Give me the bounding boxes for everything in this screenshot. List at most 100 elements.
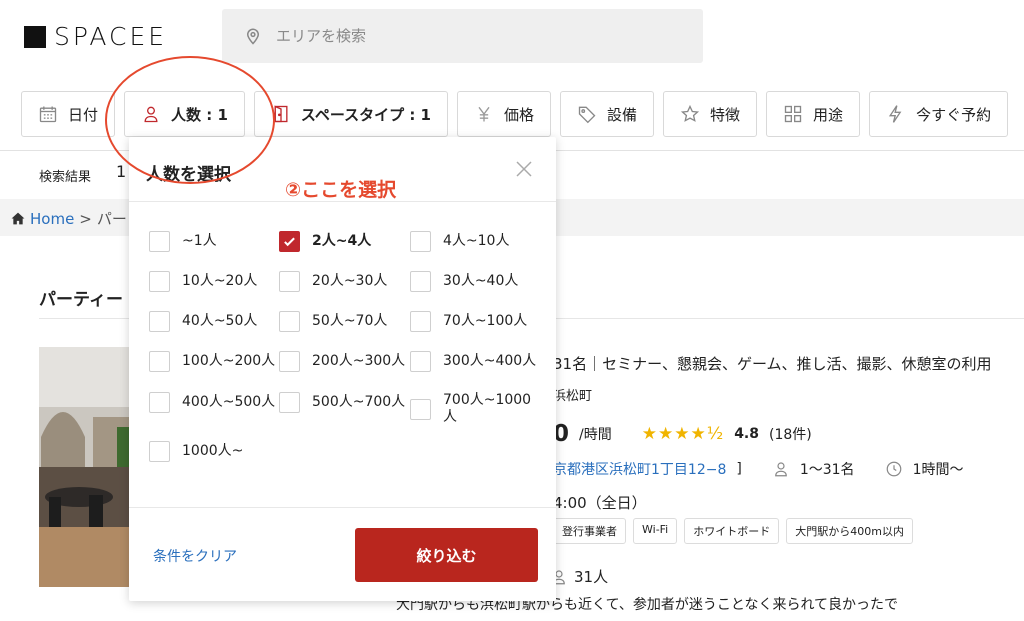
filter-space-type[interactable]: スペースタイプ : 1 [253,91,448,137]
people-option-label: 500人~700人 [312,394,406,410]
price-row: 0 /時間 ★★★★½ 4.8 (18件) [553,421,812,447]
checkbox[interactable] [410,311,431,332]
min-booking-time: 1時間〜 [912,462,964,478]
people-option[interactable]: 200人~300人 [279,351,405,372]
people-option[interactable]: 10人~20人 [149,271,257,292]
listing-photo[interactable] [39,347,129,587]
apply-filter-button[interactable]: 絞り込む [355,528,538,582]
checkbox[interactable] [149,231,170,252]
dropdown-title: 人数を選択 [146,165,231,185]
area-search-box[interactable] [222,9,703,63]
feature-tag: Wi-Fi [633,518,678,544]
filter-equipment-label: 設備 [607,105,638,124]
tag-icon [578,106,596,124]
people-option-label: 40人~50人 [182,313,258,329]
annotation-text: ②ここを選択 [285,179,397,201]
checkbox-checked[interactable] [279,231,300,252]
address-link[interactable]: 京都港区浜松町1丁目12−8 [553,459,726,479]
checkbox[interactable] [410,231,431,252]
people-option-label: 2人~4人 [312,233,372,249]
checkbox[interactable] [149,441,170,462]
people-option-label: 70人~100人 [443,313,528,329]
people-option[interactable]: 700人~1000人 [410,392,543,426]
clear-conditions-link[interactable]: 条件をクリア [153,546,237,566]
filter-people[interactable]: 人数 : 1 [124,91,245,137]
checkbox[interactable] [279,271,300,292]
filter-people-label: 人数 : 1 [171,105,228,124]
filter-price[interactable]: 価格 [457,91,552,137]
review-count[interactable]: (18件) [769,424,812,444]
people-option[interactable]: 70人~100人 [410,311,527,332]
area-search-input[interactable] [276,27,676,45]
people-option[interactable]: 20人~30人 [279,271,387,292]
lightning-icon [888,105,902,123]
filter-equipment[interactable]: 設備 [560,91,655,137]
rating-value: 4.8 [734,426,759,442]
logo-text: SPACEE [54,22,168,51]
address-row: 京都港区浜松町1丁目12−8 ] 1〜31名 1時間〜 [553,459,963,479]
people-option[interactable]: 100人~200人 [149,351,275,372]
people-option[interactable]: 50人~70人 [279,311,387,332]
clock-icon [886,461,901,477]
logo-mark [24,25,46,48]
yen-icon [478,106,490,122]
people-option[interactable]: 1000人~ [149,441,243,462]
people-option[interactable]: 4人~10人 [410,231,509,252]
filter-price-label: 価格 [504,105,535,124]
checkbox[interactable] [279,351,300,372]
feature-tags: 登行事業者 Wi-Fi ホワイトボード 大門駅から400m以内 [553,518,913,544]
business-hours: 4:00（全日） [553,494,647,512]
filter-purpose-label: 用途 [813,105,844,124]
checkbox[interactable] [149,311,170,332]
people-option[interactable]: 40人~50人 [149,311,257,332]
logo[interactable]: SPACEE [24,22,167,51]
filter-space-type-label: スペースタイプ : 1 [300,105,431,124]
checkbox[interactable] [279,392,300,413]
filter-instant-booking[interactable]: 今すぐ予約 [869,91,1009,137]
people-count-dropdown: 人数を選択 ~1人 2人~4人 4人~10人 10人~20人 20人~30人 30人~40… [129,137,556,601]
people-option-label: 400人~500人 [182,394,276,410]
feature-tag: 登行事業者 [553,518,626,544]
close-icon[interactable] [514,159,534,179]
filter-date-label: 日付 [68,105,99,124]
checkbox[interactable] [410,351,431,372]
checkbox[interactable] [149,271,170,292]
review-capacity: 31人 [550,566,608,587]
filter-bar: 日付 人数 : 1 スペースタイプ : 1 価格 設備 特徴 用途 今すぐ予約 [21,91,1009,137]
people-option-label: 30人~40人 [443,273,519,289]
checkbox[interactable] [410,398,431,420]
people-option[interactable]: 30人~40人 [410,271,518,292]
breadcrumb-separator: > [79,209,92,228]
people-option[interactable]: 2人~4人 [279,231,371,252]
people-option[interactable]: ~1人 [149,231,217,252]
listing-location: 浜松町 [553,389,593,404]
people-option[interactable]: 300人~400人 [410,351,536,372]
people-option-label: 1000人~ [182,443,244,459]
filter-purpose[interactable]: 用途 [766,91,861,137]
filter-features-label: 特徴 [710,105,741,124]
checkbox[interactable] [149,351,170,372]
filter-features[interactable]: 特徴 [663,91,758,137]
feature-tag: ホワイトボード [684,518,780,544]
calendar-icon [39,106,57,123]
person-icon [144,106,158,123]
checkbox[interactable] [410,271,431,292]
star-icon [680,104,700,122]
people-option[interactable]: 500人~700人 [279,392,405,413]
breadcrumb: Home > パー [11,208,127,229]
filter-date[interactable]: 日付 [21,91,116,137]
listing-title[interactable]: 31名｜セミナー、懇親会、ゲーム、推し活、撮影、休憩室の利用 [553,353,992,374]
people-option-label: 4人~10人 [443,233,510,249]
people-option-label: 200人~300人 [312,353,406,369]
checkbox[interactable] [279,311,300,332]
checkbox[interactable] [149,392,170,413]
home-icon [11,212,25,225]
breadcrumb-home-link[interactable]: Home [30,210,74,228]
people-option-label: 20人~30人 [312,273,388,289]
capacity-range: 1〜31名 [799,462,855,478]
check-icon [284,237,295,247]
listing-photo-image [39,347,129,587]
results-count: 1 [116,162,127,181]
people-option[interactable]: 400人~500人 [149,392,275,413]
address-bracket: ] [736,461,742,477]
